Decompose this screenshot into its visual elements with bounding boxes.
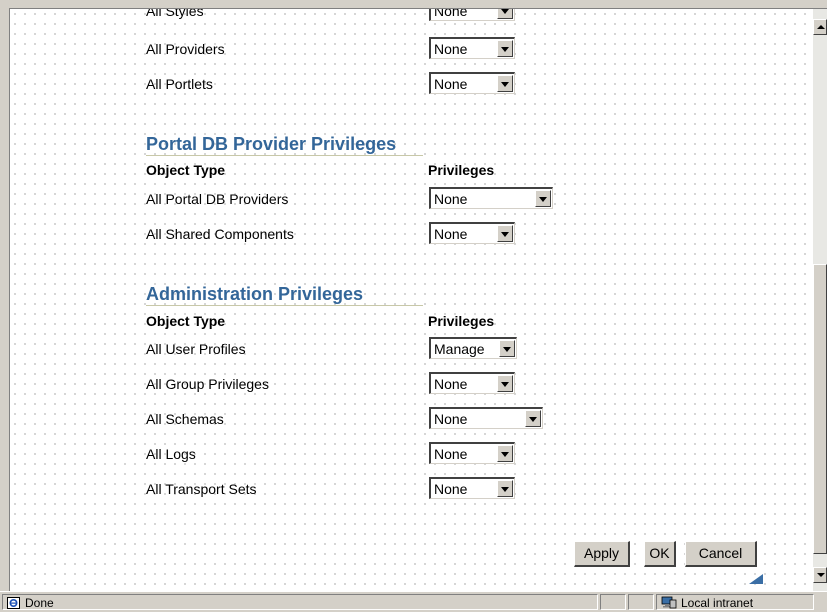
user-profiles-privilege-select[interactable]: Manage (429, 337, 517, 359)
select-value: None (434, 191, 468, 207)
select-value: None (434, 446, 468, 462)
select-value: None (434, 481, 468, 497)
styles-privilege-select[interactable]: None (429, 9, 515, 21)
privilege-row-schemas: All Schemas None (10, 407, 770, 431)
zone-text: Local intranet (681, 596, 754, 610)
portlets-privilege-select[interactable]: None (429, 72, 515, 94)
select-value: Manage (434, 341, 485, 357)
apply-button[interactable]: Apply (574, 541, 630, 567)
section-title-portal-db: Portal DB Provider Privileges (146, 134, 397, 154)
row-label: All Shared Components (146, 226, 294, 242)
row-label: All Providers (146, 41, 225, 57)
chevron-down-icon[interactable] (497, 480, 513, 497)
status-pane-empty (628, 594, 654, 610)
privilege-row-group-privileges: All Group Privileges None (10, 372, 770, 396)
column-header-privileges: Privileges (428, 162, 495, 178)
section-divider (146, 305, 423, 306)
window-top-border (0, 0, 827, 9)
column-header-object-type: Object Type (146, 162, 226, 178)
shared-components-privilege-select[interactable]: None (429, 222, 515, 244)
ok-button[interactable]: OK (644, 541, 676, 567)
select-value: None (434, 76, 468, 92)
privilege-row-user-profiles: All User Profiles Manage (10, 337, 770, 361)
scrollbar-thumb[interactable] (813, 264, 827, 554)
chevron-down-icon[interactable] (535, 190, 551, 207)
cancel-button[interactable]: Cancel (685, 541, 757, 567)
zone-pane: Local intranet (656, 594, 814, 610)
transport-sets-privilege-select[interactable]: None (429, 477, 515, 499)
chevron-down-icon[interactable] (499, 340, 515, 357)
scroll-up-icon[interactable] (813, 19, 827, 35)
logs-privilege-select[interactable]: None (429, 442, 515, 464)
status-text-pane: Done (2, 594, 598, 610)
schemas-privilege-select[interactable]: None (429, 407, 543, 429)
select-value: None (434, 376, 468, 392)
row-label: All Portal DB Providers (146, 191, 289, 207)
privilege-row-portlets: All Portlets None (10, 72, 770, 96)
row-label: All Logs (146, 446, 196, 462)
chevron-down-icon[interactable] (497, 75, 513, 92)
ie-page-icon (7, 597, 20, 609)
chevron-down-icon[interactable] (525, 410, 541, 427)
window-left-border (0, 8, 10, 591)
row-label: All Schemas (146, 411, 224, 427)
row-label: All Styles (146, 9, 204, 19)
providers-privilege-select[interactable]: None (429, 37, 515, 59)
status-pane-empty (600, 594, 626, 610)
row-label: All Portlets (146, 76, 213, 92)
select-value: None (434, 41, 468, 57)
chevron-down-icon[interactable] (497, 375, 513, 392)
chevron-down-icon[interactable] (497, 225, 513, 242)
column-header-object-type: Object Type (146, 313, 226, 329)
page-content: All Styles None All Providers None All P… (10, 9, 813, 591)
local-intranet-icon (661, 596, 677, 609)
row-label: All Transport Sets (146, 481, 257, 497)
corner-marker-icon (749, 574, 763, 584)
privilege-row-providers: All Providers None (10, 37, 770, 61)
select-value: None (434, 411, 468, 427)
select-value: None (434, 9, 468, 19)
section-title-administration: Administration Privileges (146, 284, 364, 304)
privilege-row-styles: All Styles None (10, 9, 770, 23)
privilege-row-transport-sets: All Transport Sets None (10, 477, 770, 501)
group-privileges-privilege-select[interactable]: None (429, 372, 515, 394)
row-label: All Group Privileges (146, 376, 269, 392)
row-label: All User Profiles (146, 341, 246, 357)
chevron-down-icon[interactable] (497, 9, 513, 19)
portal-db-providers-privilege-select[interactable]: None (429, 187, 553, 209)
privilege-row-logs: All Logs None (10, 442, 770, 466)
chevron-down-icon[interactable] (497, 40, 513, 57)
section-divider (146, 155, 423, 156)
scroll-down-icon[interactable] (813, 567, 827, 583)
vertical-scrollbar[interactable] (813, 9, 827, 591)
select-value: None (434, 226, 468, 242)
column-header-privileges: Privileges (428, 313, 495, 329)
status-text: Done (25, 596, 54, 610)
privilege-row-portal-db-providers: All Portal DB Providers None (10, 187, 770, 211)
status-bar: Done Local intranet (0, 591, 827, 612)
chevron-down-icon[interactable] (497, 445, 513, 462)
privilege-row-shared-components: All Shared Components None (10, 222, 770, 246)
